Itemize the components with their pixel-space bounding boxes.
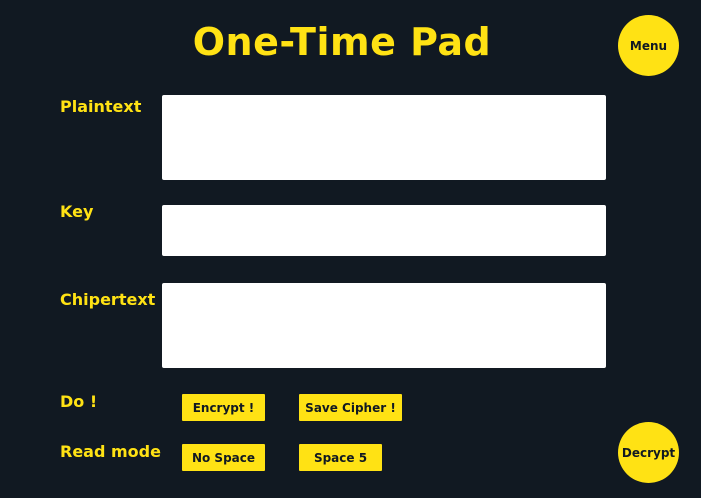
space5-button[interactable]: Space 5 bbox=[299, 444, 382, 471]
read-mode-label: Read mode bbox=[60, 442, 161, 461]
page-title: One-Time Pad bbox=[192, 20, 492, 64]
save-cipher-button[interactable]: Save Cipher ! bbox=[299, 394, 402, 421]
plaintext-label: Plaintext bbox=[60, 97, 142, 116]
app-root: One-Time Pad Menu Plaintext Key Chiperte… bbox=[0, 0, 701, 498]
no-space-button[interactable]: No Space bbox=[182, 444, 265, 471]
plaintext-input[interactable] bbox=[162, 95, 606, 180]
ciphertext-input[interactable] bbox=[162, 283, 606, 368]
key-label: Key bbox=[60, 202, 94, 221]
decrypt-button[interactable]: Decrypt bbox=[618, 422, 679, 483]
actions-label: Do ! bbox=[60, 392, 98, 411]
menu-button[interactable]: Menu bbox=[618, 15, 679, 76]
encrypt-button[interactable]: Encrypt ! bbox=[182, 394, 265, 421]
key-input[interactable] bbox=[162, 205, 606, 256]
ciphertext-label: Chipertext bbox=[60, 290, 156, 309]
